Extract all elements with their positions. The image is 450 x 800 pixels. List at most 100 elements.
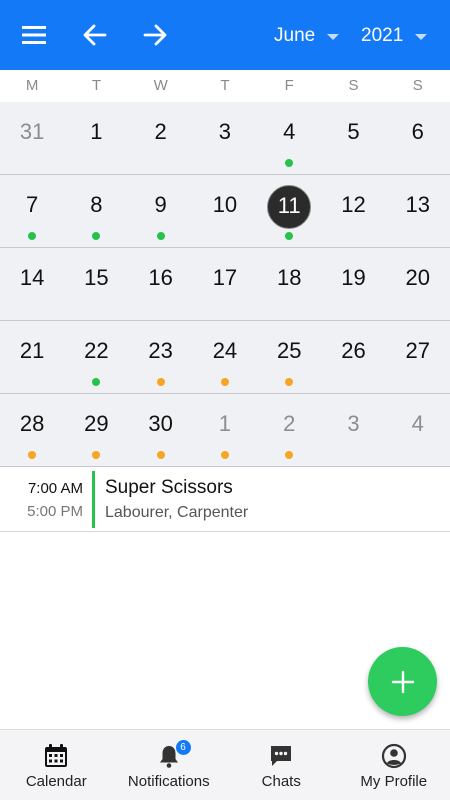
- calendar-day[interactable]: 13: [386, 175, 450, 247]
- event-title: Super Scissors: [105, 477, 233, 498]
- calendar-day[interactable]: 31: [0, 102, 64, 174]
- calendar-day[interactable]: 15: [64, 248, 128, 320]
- calendar-day[interactable]: 6: [386, 102, 450, 174]
- day-number: 6: [411, 119, 424, 144]
- day-number: 7: [26, 192, 39, 217]
- chevron-down-icon: [327, 34, 340, 40]
- day-number: 9: [154, 192, 167, 217]
- event-indicator-dot: [285, 232, 294, 240]
- calendar-day[interactable]: 28: [0, 394, 64, 466]
- calendar-day[interactable]: 7: [0, 175, 64, 247]
- nav-label-profile: My Profile: [360, 773, 428, 790]
- day-number: 26: [341, 338, 366, 363]
- add-event-button[interactable]: [368, 647, 437, 716]
- day-number: 3: [347, 411, 360, 436]
- nav-item-calendar[interactable]: Calendar: [0, 730, 113, 800]
- calendar-day[interactable]: 27: [386, 321, 450, 393]
- month-label: June: [274, 25, 316, 46]
- calendar-day[interactable]: 3: [193, 102, 257, 174]
- day-number: 28: [19, 411, 45, 436]
- calendar-week-row: 14 15 16 17 18 19 20: [0, 248, 450, 321]
- day-number: 4: [411, 411, 424, 436]
- calendar-grid: 31 1 2 3 4 5 6 7 8 9 10 11 12 13 14 15 16 17 18 19 20 21 22 23 2…: [0, 102, 450, 467]
- calendar-day[interactable]: 20: [386, 248, 450, 320]
- calendar-day[interactable]: 14: [0, 248, 64, 320]
- event-item[interactable]: 7:00 AM 5:00 PM Super Scissors Labourer,…: [0, 467, 450, 532]
- calendar-day[interactable]: 18: [257, 248, 321, 320]
- calendar-day[interactable]: 12: [321, 175, 385, 247]
- event-indicator-dot: [220, 451, 229, 459]
- calendar-week-row: 28 29 30 1 2 3 4: [0, 394, 450, 467]
- calendar-day[interactable]: 8: [64, 175, 128, 247]
- calendar-day[interactable]: 30: [129, 394, 193, 466]
- day-number: 25: [276, 338, 302, 363]
- event-subtitle: Labourer, Carpenter: [105, 504, 249, 521]
- day-number: 5: [347, 119, 360, 144]
- event-indicator-dot: [92, 378, 101, 386]
- event-indicator-dot: [156, 232, 165, 240]
- event-indicator-dot: [220, 378, 229, 386]
- calendar-day[interactable]: 2: [257, 394, 321, 466]
- calendar-day[interactable]: 9: [129, 175, 193, 247]
- day-number: 2: [154, 119, 167, 144]
- calendar-day[interactable]: 23: [129, 321, 193, 393]
- day-number: 24: [212, 338, 238, 363]
- calendar-day[interactable]: 21: [0, 321, 64, 393]
- calendar-day-selected[interactable]: 11: [257, 175, 321, 247]
- nav-label-chats: Chats: [261, 773, 301, 790]
- weekday-header: M T W T F S S: [0, 70, 450, 102]
- weekday-label: W: [153, 77, 168, 94]
- weekday-label: T: [220, 77, 230, 94]
- day-number: 1: [90, 119, 103, 144]
- nav-item-notifications[interactable]: 6 Notifications: [113, 730, 226, 800]
- day-number: 2: [283, 411, 296, 436]
- year-dropdown[interactable]: 2021: [361, 22, 428, 50]
- day-number: 17: [212, 265, 238, 290]
- day-number: 10: [212, 192, 238, 217]
- day-number: 12: [341, 192, 366, 217]
- calendar-day[interactable]: 29: [64, 394, 128, 466]
- event-indicator-dot: [92, 451, 101, 459]
- arrow-right-icon[interactable]: [137, 17, 173, 53]
- day-number: 16: [148, 265, 173, 290]
- calendar-day[interactable]: 1: [64, 102, 128, 174]
- day-number: 22: [84, 338, 109, 363]
- day-number: 23: [148, 338, 173, 363]
- event-indicator-dot: [156, 451, 165, 459]
- calendar-day[interactable]: 5: [321, 102, 385, 174]
- calendar-day[interactable]: 17: [193, 248, 257, 320]
- month-dropdown[interactable]: June: [274, 22, 340, 50]
- calendar-day[interactable]: 3: [321, 394, 385, 466]
- calendar-day[interactable]: 19: [321, 248, 385, 320]
- menu-icon[interactable]: [17, 17, 53, 53]
- bottom-navigation: Calendar 6 Notifications Chats My Profil…: [0, 729, 450, 800]
- day-number: 30: [148, 411, 173, 436]
- nav-item-chats[interactable]: Chats: [225, 730, 338, 800]
- plus-icon: [391, 670, 414, 693]
- arrow-left-icon[interactable]: [77, 17, 113, 53]
- calendar-day[interactable]: 26: [321, 321, 385, 393]
- calendar-day[interactable]: 4: [257, 102, 321, 174]
- day-number: 15: [84, 265, 109, 290]
- weekday-label: S: [348, 77, 359, 94]
- day-number: 29: [84, 411, 109, 436]
- calendar-day[interactable]: 16: [129, 248, 193, 320]
- calendar-day[interactable]: 25: [257, 321, 321, 393]
- event-status-bar: [92, 471, 95, 528]
- calendar-day[interactable]: 22: [64, 321, 128, 393]
- calendar-day[interactable]: 4: [386, 394, 450, 466]
- nav-item-profile[interactable]: My Profile: [338, 730, 450, 800]
- calendar-day[interactable]: 10: [193, 175, 257, 247]
- calendar-day[interactable]: 2: [129, 102, 193, 174]
- day-number: 1: [218, 411, 232, 436]
- weekday-label: S: [412, 77, 423, 94]
- day-number: 19: [341, 265, 366, 290]
- event-indicator-dot: [285, 378, 294, 386]
- day-number: 20: [405, 265, 430, 290]
- day-number: 14: [19, 265, 45, 290]
- calendar-day[interactable]: 1: [193, 394, 257, 466]
- event-start-time: 7:00 AM: [27, 480, 83, 497]
- weekday-label: M: [25, 77, 39, 94]
- calendar-icon: [45, 744, 68, 767]
- calendar-day[interactable]: 24: [193, 321, 257, 393]
